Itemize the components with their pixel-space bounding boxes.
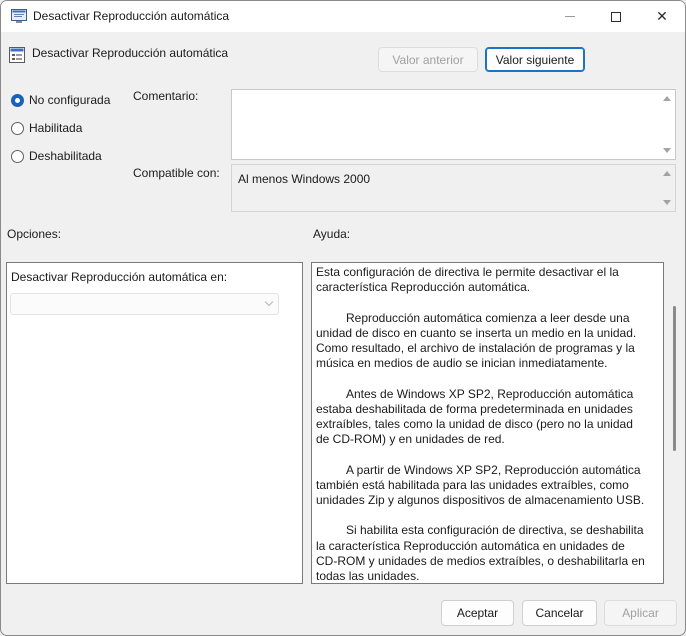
previous-setting-button[interactable]: Valor anterior: [378, 47, 478, 72]
radio-label: Habilitada: [29, 121, 83, 135]
group-policy-icon: [11, 9, 27, 23]
scroll-down-arrow-icon[interactable]: [663, 148, 671, 153]
help-section-label: Ayuda:: [313, 227, 351, 241]
radio-not-configured[interactable]: No configurada: [11, 93, 110, 107]
window-title: Desactivar Reproducción automática: [33, 9, 230, 23]
radio-disabled[interactable]: Deshabilitada: [11, 149, 102, 163]
compatible-label: Compatible con:: [133, 166, 220, 180]
maximize-button[interactable]: [593, 1, 639, 32]
radio-label: No configurada: [29, 93, 111, 107]
compatible-field: Al menos Windows 2000: [231, 164, 676, 212]
help-paragraph: Reproducción automática comienza a leer …: [316, 310, 637, 371]
minimize-button[interactable]: [547, 1, 593, 32]
radio-label: Deshabilitada: [29, 149, 102, 163]
radio-indicator-checked[interactable]: [11, 93, 24, 107]
help-paragraph: Antes de Windows XP SP2, Reproducción au…: [316, 386, 634, 447]
close-button[interactable]: ✕: [639, 1, 685, 32]
comment-textarea[interactable]: [231, 89, 676, 160]
options-section-label: Opciones:: [7, 227, 62, 241]
cancel-button[interactable]: Cancelar: [522, 600, 597, 626]
radio-indicator[interactable]: [11, 149, 24, 163]
radio-enabled[interactable]: Habilitada: [11, 121, 82, 135]
maximize-icon: [611, 11, 621, 22]
help-text: Esta configuración de directiva le permi…: [316, 265, 646, 583]
compatible-value: Al menos Windows 2000: [238, 172, 371, 186]
accept-button[interactable]: Aceptar: [441, 600, 514, 626]
compatible-scrollbar[interactable]: [660, 165, 675, 211]
close-icon: ✕: [656, 8, 668, 24]
autoplay-drives-label: Desactivar Reproducción automática en:: [11, 270, 228, 284]
scroll-down-arrow-icon[interactable]: [663, 200, 671, 205]
policy-title: Desactivar Reproducción automática: [32, 46, 229, 60]
scroll-up-arrow-icon[interactable]: [663, 96, 671, 101]
help-paragraph: Esta configuración de directiva le permi…: [316, 265, 619, 295]
help-scrollbar-thumb[interactable]: [673, 306, 676, 451]
policy-setting-icon: [9, 47, 25, 63]
comment-scrollbar[interactable]: [660, 90, 675, 159]
policy-dialog-window: Desactivar Reproducción automática ✕ Des…: [0, 0, 686, 636]
minimize-icon: [565, 16, 575, 17]
autoplay-drives-select[interactable]: [10, 293, 279, 315]
help-panel[interactable]: Esta configuración de directiva le permi…: [311, 262, 664, 584]
apply-button[interactable]: Aplicar: [604, 600, 677, 626]
help-paragraph: Si habilita esta configuración de direct…: [316, 523, 645, 583]
chevron-down-icon: [264, 297, 274, 307]
options-panel: Desactivar Reproducción automática en:: [6, 262, 303, 584]
next-setting-button[interactable]: Valor siguiente: [485, 47, 585, 72]
radio-indicator[interactable]: [11, 121, 24, 135]
title-bar[interactable]: Desactivar Reproducción automática ✕: [1, 1, 685, 32]
scroll-up-arrow-icon[interactable]: [663, 171, 671, 176]
help-paragraph: A partir de Windows XP SP2, Reproducción…: [316, 462, 645, 507]
comment-label: Comentario:: [133, 89, 199, 103]
